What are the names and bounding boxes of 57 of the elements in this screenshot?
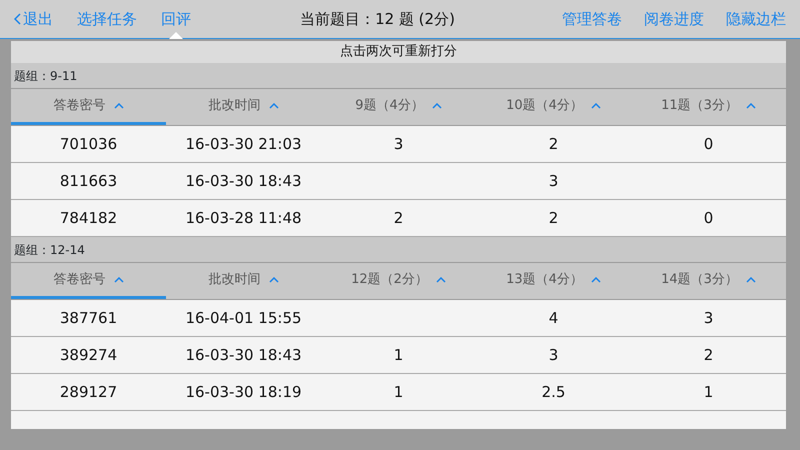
sort-up-icon bbox=[268, 276, 278, 282]
back-button[interactable]: 退出 bbox=[14, 0, 53, 38]
table-cell-text: 3 bbox=[548, 344, 560, 366]
sort-up-icon bbox=[114, 102, 124, 108]
table-cell-text: 16-03-28 11:48 bbox=[184, 208, 303, 229]
table-cell-text: 2 bbox=[392, 208, 404, 229]
sort-up-icon bbox=[114, 276, 124, 282]
table-cell-text: 2 bbox=[702, 344, 714, 366]
table-cell-text: 16-03-30 18:19 bbox=[184, 382, 303, 403]
table-cell-text: 16-04-01 15:55 bbox=[184, 308, 303, 329]
table-cell-text: 1 bbox=[702, 382, 714, 403]
table-cell-text: 387761 bbox=[58, 308, 118, 329]
column-header[interactable]: 答卷密号 bbox=[11, 89, 166, 125]
group-header: 题组：12-14 bbox=[11, 237, 786, 263]
table-cell-text: 784182 bbox=[58, 208, 118, 229]
table-cell-text: 3 bbox=[392, 134, 404, 155]
sort-up-icon bbox=[268, 102, 278, 108]
table-cell-text: 811663 bbox=[58, 170, 118, 192]
column-header[interactable]: 答卷密号 bbox=[11, 263, 166, 299]
nav-link[interactable]: 阅卷进度 bbox=[644, 0, 704, 38]
column-header[interactable]: 10题（4分） bbox=[476, 89, 631, 125]
column-header[interactable]: 14题（3分） bbox=[631, 263, 786, 299]
column-header[interactable]: 12题（2分） bbox=[321, 263, 476, 299]
table-cell-text: 3 bbox=[702, 308, 714, 329]
table-cell-text: 2 bbox=[548, 134, 560, 155]
table-cell-text: 389274 bbox=[58, 344, 118, 366]
table-cell-text: 701036 bbox=[58, 134, 118, 155]
table-cell-text: 0 bbox=[702, 134, 714, 155]
sort-up-icon bbox=[590, 102, 601, 108]
chevron-left-icon bbox=[14, 12, 21, 25]
sort-up-icon bbox=[590, 276, 601, 282]
table-cell-text: 0 bbox=[702, 208, 714, 229]
table-cell-text: 16-03-30 21:03 bbox=[184, 134, 303, 155]
current-question-title: 当前题目：12 题 (2分) bbox=[299, 8, 456, 30]
sort-up-icon bbox=[432, 102, 442, 108]
table-cell-text: 2.5 bbox=[540, 382, 566, 403]
nav-link[interactable]: 管理答卷 bbox=[562, 0, 622, 38]
table-cell-text: 16-03-30 18:43 bbox=[184, 170, 303, 192]
column-header[interactable]: 批改时间 bbox=[166, 89, 321, 125]
column-header[interactable]: 11题（3分） bbox=[631, 89, 786, 125]
table-cell-text: 16-03-30 18:43 bbox=[184, 344, 303, 366]
table-cell-text: 2 bbox=[548, 208, 560, 229]
table-cell-text: 3 bbox=[548, 170, 560, 192]
table-cell-text: 4 bbox=[548, 308, 560, 329]
group-header: 题组：9-11 bbox=[11, 63, 786, 89]
sort-up-icon bbox=[436, 276, 446, 282]
table-cell-text: 289127 bbox=[58, 382, 118, 403]
table-cell-text: 1 bbox=[392, 344, 404, 366]
column-header[interactable]: 13题（4分） bbox=[476, 263, 631, 299]
sort-up-icon bbox=[746, 102, 756, 108]
nav-link[interactable]: 隐藏边栏 bbox=[726, 0, 786, 38]
column-header[interactable]: 9题（4分） bbox=[321, 89, 476, 125]
table-cell-text: 1 bbox=[392, 382, 404, 403]
nav-link[interactable]: 选择任务 bbox=[77, 0, 137, 38]
sort-up-icon bbox=[746, 276, 756, 282]
column-header[interactable]: 批改时间 bbox=[166, 263, 321, 299]
notice-text: 点击两次可重新打分 bbox=[11, 41, 786, 63]
